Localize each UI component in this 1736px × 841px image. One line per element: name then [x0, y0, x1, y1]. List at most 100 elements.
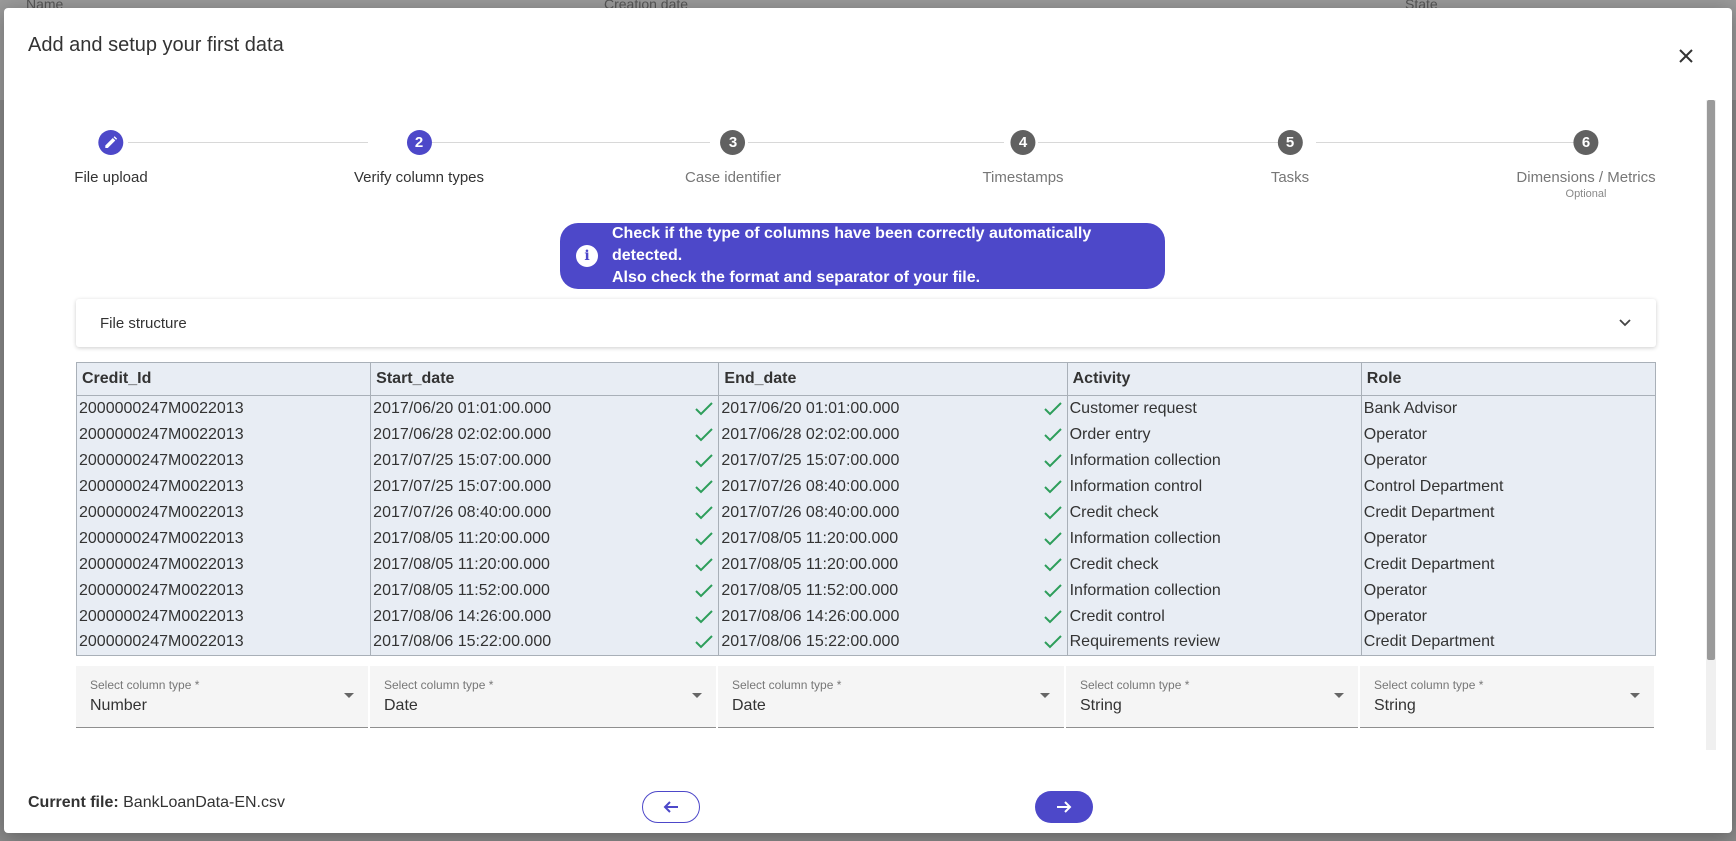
column-header: Start_date	[370, 362, 720, 396]
cell-value: 2017/06/28 02:02:00.000	[373, 425, 552, 443]
step-case-identifier[interactable]: 3 Case identifier	[685, 130, 781, 186]
dropdown-arrow-icon[interactable]	[1630, 693, 1640, 698]
step-verify-column-types[interactable]: 2 Verify column types	[354, 130, 484, 186]
dropdown-arrow-icon[interactable]	[344, 693, 354, 698]
column-type-selectors: Select column type * Number Select colum…	[76, 666, 1656, 728]
dialog-title: Add and setup your first data	[28, 34, 284, 56]
scrollbar[interactable]	[1706, 100, 1716, 750]
table-cell: 2017/08/06 14:26:00.000	[718, 603, 1068, 630]
cell-value: 2017/08/06 15:22:00.000	[721, 633, 900, 651]
table-cell: Operator	[1360, 577, 1657, 604]
table-cell: Operator	[1360, 603, 1657, 630]
step-label: Timestamps	[982, 169, 1064, 186]
table-cell: Information collection	[1066, 447, 1362, 474]
table-cell: 2017/08/05 11:20:00.000	[718, 525, 1068, 552]
table-cell: 2017/06/20 01:01:00.000	[718, 395, 1068, 422]
table-header-row: Credit_Id Start_date End_date Activity R…	[75, 362, 1657, 396]
table-cell: 2017/07/25 15:07:00.000	[718, 447, 1068, 474]
next-button[interactable]	[1035, 791, 1093, 823]
table-cell: Operator	[1360, 447, 1657, 474]
step-dimensions-metrics[interactable]: 6 Dimensions / Metrics Optional	[1516, 130, 1656, 200]
step-file-upload[interactable]: File upload	[74, 130, 148, 186]
column-header: Activity	[1066, 362, 1362, 396]
check-icon	[695, 505, 714, 519]
table-cell: Information collection	[1066, 577, 1362, 604]
cell-value: 2017/06/28 02:02:00.000	[721, 425, 900, 443]
table-cell: Operator	[1360, 421, 1657, 448]
check-icon	[1043, 609, 1062, 623]
column-type-select[interactable]: Select column type * String	[1066, 666, 1358, 728]
table-cell: 2000000247M0022013	[75, 629, 372, 656]
close-button[interactable]	[1672, 42, 1700, 70]
check-icon	[695, 609, 714, 623]
pencil-icon	[105, 136, 118, 148]
table-cell: 2017/08/05 11:52:00.000	[718, 577, 1068, 604]
step-circle	[98, 130, 124, 155]
table-cell: 2017/07/26 08:40:00.000	[718, 499, 1068, 526]
cell-value: 2017/08/05 11:20:00.000	[373, 529, 550, 547]
cell-value: 2017/08/05 11:20:00.000	[721, 555, 899, 573]
step-label: File upload	[74, 169, 148, 186]
step-connector	[748, 142, 1004, 143]
current-file-name: BankLoanData-EN.csv	[123, 794, 285, 811]
table-cell: Information control	[1066, 473, 1362, 500]
step-timestamps[interactable]: 4 Timestamps	[982, 130, 1064, 186]
table-cell: Credit Department	[1360, 499, 1657, 526]
table-cell: 2000000247M0022013	[75, 395, 372, 422]
table-cell: 2000000247M0022013	[75, 525, 372, 552]
check-icon	[695, 583, 714, 597]
info-banner: i Check if the type of columns have been…	[560, 223, 1165, 289]
table-cell: 2017/08/06 15:22:00.000	[370, 629, 720, 656]
cell-value: 2017/06/20 01:01:00.000	[373, 399, 552, 417]
column-type-select[interactable]: Select column type * String	[1360, 666, 1654, 728]
step-circle: 5	[1277, 130, 1303, 155]
setup-dialog: Add and setup your first data File uploa…	[4, 8, 1732, 833]
cell-value: 2017/06/20 01:01:00.000	[721, 399, 900, 417]
file-structure-accordion[interactable]: File structure	[76, 299, 1656, 347]
table-cell: Information collection	[1066, 525, 1362, 552]
table-row: 2000000247M0022013 2017/07/26 08:40:00.00…	[75, 499, 1657, 526]
cell-value: 2017/07/26 08:40:00.000	[721, 503, 900, 521]
column-type-select[interactable]: Select column type * Date	[718, 666, 1064, 728]
table-row: 2000000247M0022013 2017/08/05 11:20:00.00…	[75, 525, 1657, 552]
table-cell: 2017/08/05 11:20:00.000	[370, 551, 720, 578]
table-cell: 2000000247M0022013	[75, 551, 372, 578]
table-cell: 2017/07/26 08:40:00.000	[370, 499, 720, 526]
dropdown-arrow-icon[interactable]	[692, 693, 702, 698]
step-circle: 3	[720, 130, 746, 155]
step-optional-label: Optional	[1565, 188, 1607, 200]
table-cell: Requirements review	[1066, 629, 1362, 656]
check-icon	[695, 531, 714, 545]
check-icon	[1043, 583, 1062, 597]
back-button[interactable]	[642, 791, 700, 823]
table-cell: Operator	[1360, 525, 1657, 552]
cell-value: 2017/08/05 11:20:00.000	[373, 555, 550, 573]
table-cell: 2000000247M0022013	[75, 447, 372, 474]
cell-value: 2017/07/26 08:40:00.000	[373, 503, 552, 521]
check-icon	[1043, 453, 1062, 467]
step-label: Case identifier	[685, 169, 781, 186]
dropdown-arrow-icon[interactable]	[1334, 693, 1344, 698]
data-preview-table: Credit_Id Start_date End_date Activity R…	[75, 362, 1657, 656]
table-cell: 2000000247M0022013	[75, 499, 372, 526]
chevron-down-icon[interactable]	[1618, 318, 1632, 328]
current-file-label: Current file:	[28, 794, 119, 811]
table-cell: 2000000247M0022013	[75, 473, 372, 500]
check-icon	[695, 402, 714, 416]
cell-value: 2017/08/06 15:22:00.000	[373, 633, 552, 651]
table-row: 2000000247M0022013 2017/08/06 14:26:00.00…	[75, 603, 1657, 630]
table-cell: 2017/06/28 02:02:00.000	[370, 421, 720, 448]
table-cell: Credit control	[1066, 603, 1362, 630]
check-icon	[695, 635, 714, 649]
column-type-select[interactable]: Select column type * Date	[370, 666, 716, 728]
accordion-label: File structure	[100, 314, 187, 332]
check-icon	[695, 453, 714, 467]
column-type-select[interactable]: Select column type * Number	[76, 666, 368, 728]
info-icon: i	[576, 245, 598, 267]
select-value: Date	[732, 697, 766, 714]
dropdown-arrow-icon[interactable]	[1040, 693, 1050, 698]
scrollbar-thumb[interactable]	[1707, 100, 1715, 660]
step-tasks[interactable]: 5 Tasks	[1271, 130, 1309, 186]
table-cell: 2017/07/25 15:07:00.000	[370, 447, 720, 474]
step-circle: 2	[406, 130, 432, 155]
